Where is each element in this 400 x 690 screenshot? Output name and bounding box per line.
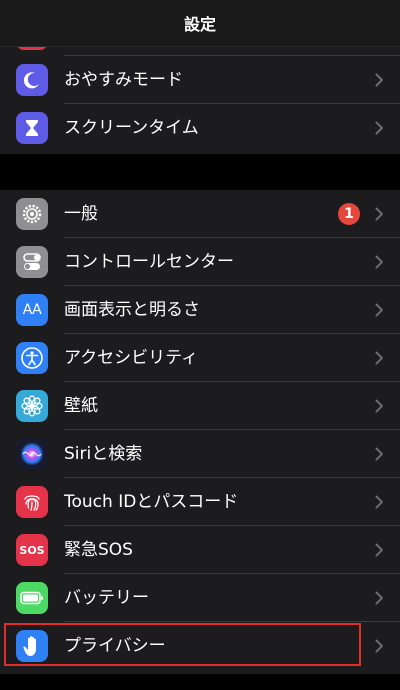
settings-item-label: 緊急SOS — [64, 540, 133, 560]
chevron-right-icon — [375, 121, 383, 135]
settings-group-general: 一般 1 コントロールセンター AA 画面表示と明るさ アクセシビリティ 壁紙 … — [0, 190, 400, 674]
hand-icon — [16, 630, 48, 662]
settings-item-general[interactable]: 一般 1 — [0, 190, 400, 238]
chevron-right-icon — [375, 73, 383, 87]
siri-icon — [16, 438, 48, 470]
settings-item-label: Siriと検索 — [64, 444, 143, 464]
navigation-bar: 設定 — [0, 0, 400, 47]
settings-item-label: スクリーンタイム — [64, 118, 199, 138]
settings-item-emergency-sos[interactable]: SOS 緊急SOS — [0, 526, 400, 574]
chevron-right-icon — [375, 447, 383, 461]
text-size-icon: AA — [16, 294, 48, 326]
settings-item-label: 一般 — [64, 204, 98, 224]
settings-item-label: Touch IDとパスコード — [64, 492, 239, 512]
accessibility-icon — [16, 342, 48, 374]
settings-item-accessibility[interactable]: アクセシビリティ — [0, 334, 400, 382]
settings-item-touch-id-passcode[interactable]: Touch IDとパスコード — [0, 478, 400, 526]
gear-icon — [16, 198, 48, 230]
chevron-right-icon — [375, 543, 383, 557]
settings-item-siri-search[interactable]: Siriと検索 — [0, 430, 400, 478]
settings-item-label: 壁紙 — [64, 396, 98, 416]
settings-item-label: 画面表示と明るさ — [64, 300, 200, 320]
toggles-icon — [16, 246, 48, 278]
settings-item-screen-time[interactable]: スクリーンタイム — [0, 104, 400, 152]
chevron-right-icon — [375, 255, 383, 269]
settings-item-label: アクセシビリティ — [64, 348, 199, 368]
settings-item-label: コントロールセンター — [64, 252, 234, 272]
chevron-right-icon — [375, 303, 383, 317]
settings-item-wallpaper[interactable]: 壁紙 — [0, 382, 400, 430]
settings-item-label: おやすみモード — [64, 70, 183, 90]
chevron-right-icon — [375, 591, 383, 605]
chevron-right-icon — [375, 207, 383, 221]
notification-badge: 1 — [338, 203, 360, 225]
sos-icon: SOS — [16, 534, 48, 566]
settings-item-label: プライバシー — [64, 636, 166, 656]
hourglass-icon — [16, 112, 48, 144]
settings-item-display-brightness[interactable]: AA 画面表示と明るさ — [0, 286, 400, 334]
settings-screen: 設定 おやすみモード スクリーンタイム 一般 1 コントロールセンター AA 画… — [0, 0, 400, 690]
settings-group-focus: おやすみモード スクリーンタイム — [0, 34, 400, 154]
battery-icon — [16, 582, 48, 614]
page-title: 設定 — [183, 15, 216, 34]
chevron-right-icon — [375, 639, 383, 653]
settings-item-do-not-disturb[interactable]: おやすみモード — [0, 56, 400, 104]
chevron-right-icon — [375, 399, 383, 413]
chevron-right-icon — [375, 351, 383, 365]
moon-icon — [16, 64, 48, 96]
flower-icon — [16, 390, 48, 422]
settings-item-label: バッテリー — [64, 588, 149, 608]
settings-item-control-center[interactable]: コントロールセンター — [0, 238, 400, 286]
chevron-right-icon — [375, 495, 383, 509]
fingerprint-icon — [16, 486, 48, 518]
settings-item-battery[interactable]: バッテリー — [0, 574, 400, 622]
settings-item-privacy[interactable]: プライバシー — [0, 622, 400, 670]
